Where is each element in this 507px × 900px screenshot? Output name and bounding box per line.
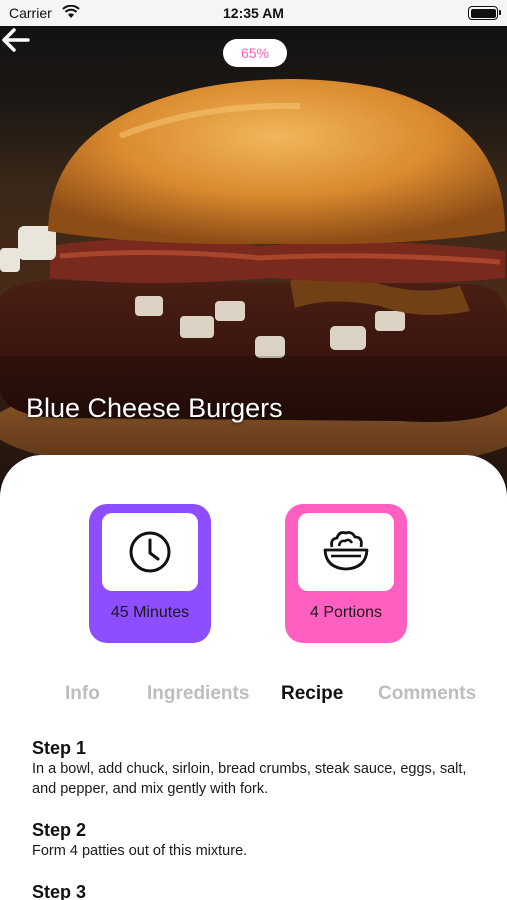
- tab-info[interactable]: Info: [65, 683, 100, 705]
- progress-badge: 65%: [223, 39, 287, 67]
- recipe-details-sheet: 45 Minutes 4 Portions Info Ingredients R…: [0, 455, 507, 900]
- time-card[interactable]: 45 Minutes: [89, 504, 211, 643]
- tab-comments[interactable]: Comments: [378, 683, 476, 705]
- hero-image: 65% Blue Cheese Burgers: [0, 26, 507, 486]
- time-icon-box: [102, 513, 198, 591]
- recipe-steps: Step 1 In a bowl, add chuck, sirloin, br…: [32, 737, 472, 900]
- step-text: Form 4 patties out of this mixture.: [32, 843, 248, 859]
- salad-bowl-icon: [323, 531, 369, 571]
- battery-icon: [468, 6, 501, 20]
- step-item: Step 1 In a bowl, add chuck, sirloin, br…: [32, 737, 472, 799]
- step-title: Step 3: [32, 882, 87, 900]
- clock-icon: [129, 531, 171, 573]
- clock-time: 12:35 AM: [223, 5, 284, 21]
- portions-label: 4 Portions: [309, 604, 383, 621]
- step-item: Step 2 Form 4 patties out of this mixtur…: [32, 819, 472, 861]
- tab-ingredients[interactable]: Ingredients: [147, 683, 249, 705]
- tab-recipe[interactable]: Recipe: [281, 683, 343, 705]
- recipe-title: Blue Cheese Burgers: [26, 393, 283, 423]
- portions-card[interactable]: 4 Portions: [285, 504, 407, 643]
- status-bar: Carrier 12:35 AM: [0, 0, 507, 26]
- step-text: In a bowl, add chuck, sirloin, bread cru…: [32, 761, 467, 797]
- step-title: Step 1: [32, 738, 87, 758]
- step-title: Step 2: [32, 820, 87, 840]
- step-item: Step 3: [32, 881, 472, 900]
- time-label: 45 Minutes: [110, 604, 190, 621]
- detail-tabs: Info Ingredients Recipe Comments: [0, 683, 507, 713]
- portions-icon-box: [298, 513, 394, 591]
- back-arrow-icon[interactable]: [0, 26, 32, 54]
